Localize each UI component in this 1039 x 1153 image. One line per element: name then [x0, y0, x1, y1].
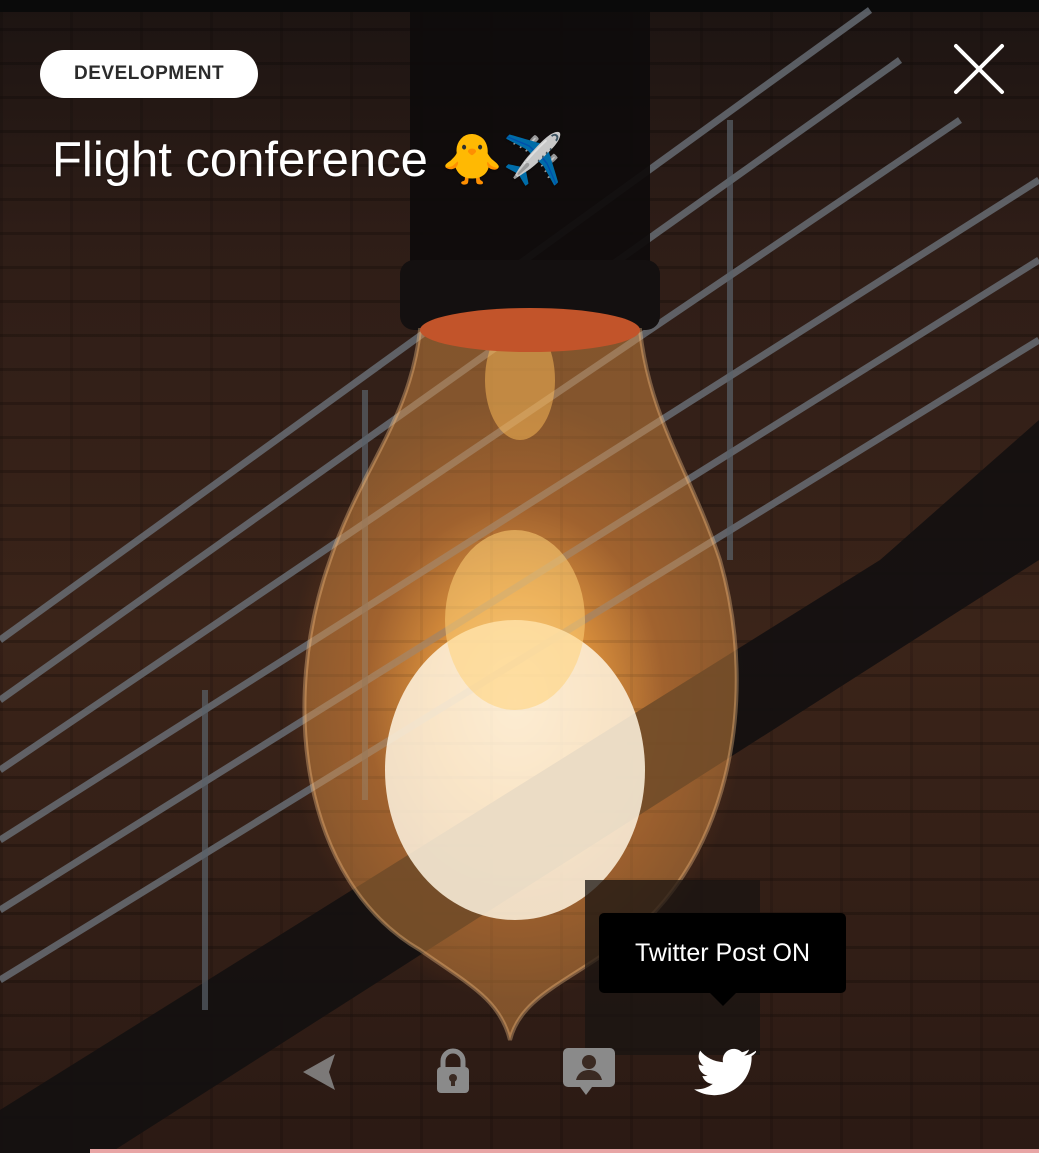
lock-icon — [437, 1048, 469, 1093]
profile-button[interactable] — [556, 1038, 622, 1104]
tooltip-arrow — [709, 992, 737, 1006]
private-toggle-button[interactable] — [420, 1038, 486, 1104]
back-arrow-icon — [303, 1054, 335, 1090]
twitter-bird-icon — [694, 1048, 756, 1096]
close-button[interactable] — [950, 40, 1008, 98]
action-bar — [0, 1038, 1039, 1104]
back-button[interactable] — [287, 1038, 353, 1104]
close-icon — [954, 44, 1004, 94]
twitter-status-tooltip: Twitter Post ON — [599, 913, 846, 1006]
progress-line — [90, 1149, 1039, 1153]
twitter-toggle-button[interactable] — [690, 1038, 756, 1104]
tooltip-text: Twitter Post ON — [634, 939, 811, 967]
profile-card-icon — [563, 1048, 615, 1095]
story-title: Flight conference 🐥✈️ — [52, 133, 564, 187]
story-viewer: DEVELOPMENT Flight conference 🐥✈️ Twitte… — [0, 0, 1039, 1153]
category-badge[interactable]: DEVELOPMENT — [40, 50, 259, 98]
